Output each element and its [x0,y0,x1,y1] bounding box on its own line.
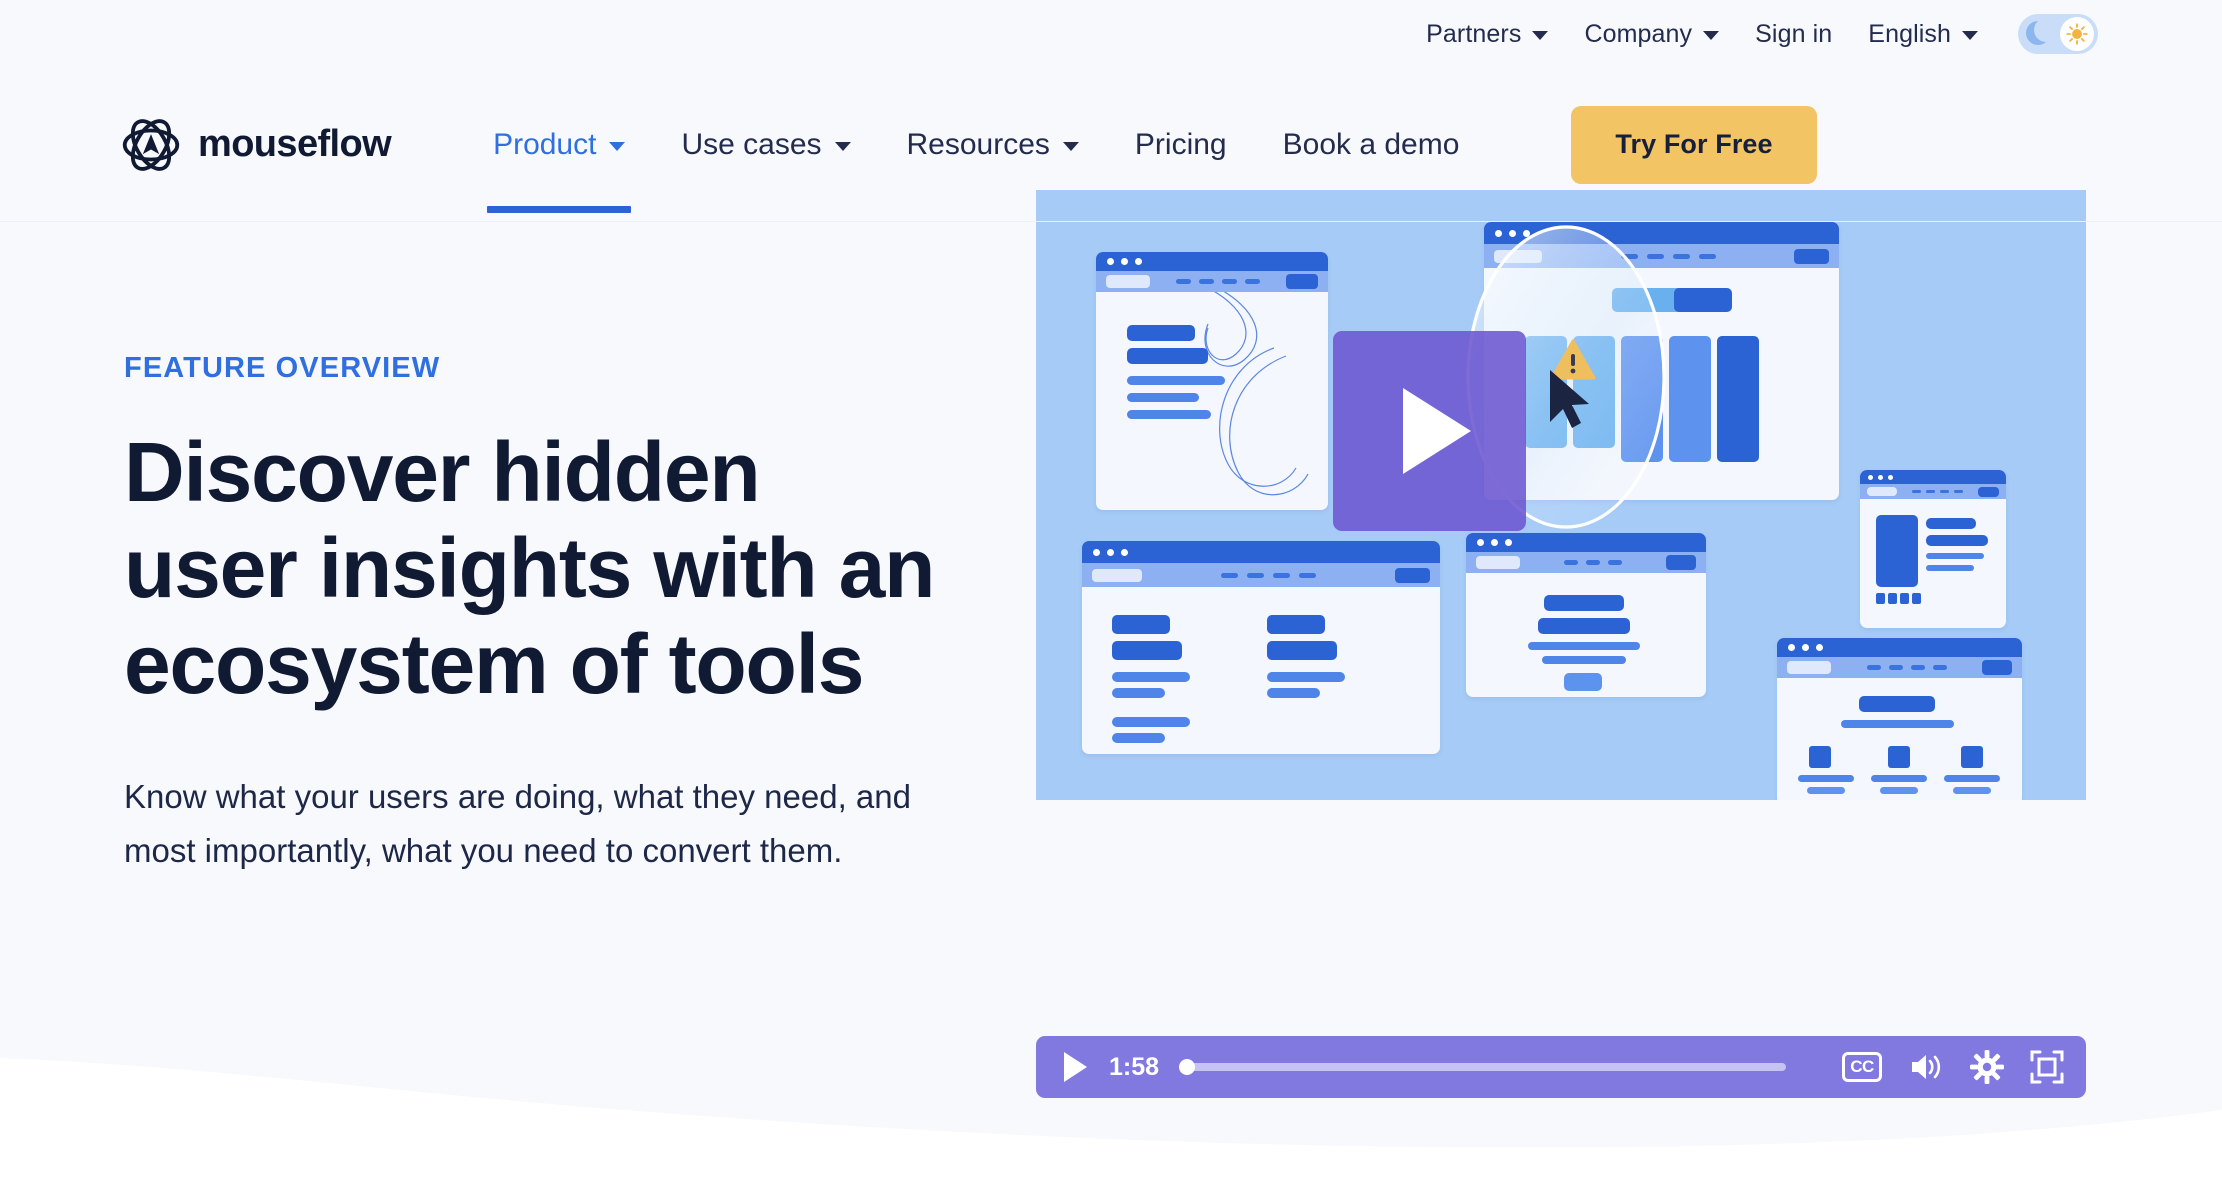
util-item-company[interactable]: Company [1566,20,1737,49]
util-item-partners[interactable]: Partners [1408,20,1566,49]
hero-eyebrow: FEATURE OVERVIEW [124,352,441,384]
chevron-down-icon [1703,31,1720,40]
hero-subcopy: Know what your users are doing, what the… [124,778,911,869]
video-progress-slider[interactable] [1179,1059,1786,1075]
theme-toggle[interactable] [2018,14,2098,54]
page-title: Discover hidden user insights with an ec… [124,425,935,711]
chevron-down-icon [1062,142,1079,151]
util-item-label: Sign in [1755,19,1833,48]
volume-icon [1912,1055,1941,1079]
sun-icon [2066,23,2088,45]
page-root: Partners Company Sign in English mousefl… [0,0,2222,1186]
chevron-down-icon [609,142,626,151]
volume-button[interactable] [1908,1051,1944,1083]
brand-name: mouseflow [198,123,392,165]
fullscreen-icon [2030,1050,2064,1084]
closed-captions-button[interactable]: CC [1842,1052,1882,1082]
utility-bar: Partners Company Sign in English [0,0,2222,68]
gear-icon [1970,1050,2004,1084]
theme-toggle-knob [2060,17,2094,51]
video-progress-handle[interactable] [1179,1059,1196,1075]
try-for-free-button[interactable]: Try For Free [1571,105,1817,184]
chevron-down-icon [834,142,851,151]
nav-link-label: Use cases [681,127,822,161]
video-time: 1:58 [1109,1052,1160,1081]
settings-button[interactable] [1970,1050,2004,1084]
hero-copy: FEATURE OVERVIEW Discover hidden user in… [124,222,1054,1186]
nav-link-label: Product [493,127,597,161]
nav-link-pricing[interactable]: Pricing [1107,68,1255,222]
video-play-button[interactable] [1333,331,1526,531]
util-item-label: Company [1584,19,1693,48]
util-item-label: English [1868,19,1951,48]
moon-icon [2026,21,2052,47]
play-icon [1402,388,1471,474]
nav-link-use-cases[interactable]: Use cases [653,68,878,222]
chevron-down-icon [1962,31,1978,40]
logo-link[interactable]: mouseflow [122,116,392,174]
main-navigation: mouseflow Product Use cases Resources Pr… [0,68,2222,222]
nav-link-book-a-demo[interactable]: Book a demo [1255,68,1488,222]
nav-link-label: Pricing [1134,127,1227,161]
util-item-label: Partners [1426,19,1522,48]
nav-link-label: Resources [906,127,1050,161]
video-controls: 1:58 CC [1036,1036,2086,1098]
play-icon[interactable] [1064,1052,1087,1082]
chevron-down-icon [1532,31,1549,40]
nav-links: Product Use cases Resources Pricing Book… [465,68,1817,222]
fullscreen-button[interactable] [2030,1050,2064,1084]
nav-link-label: Book a demo [1282,127,1460,161]
nav-link-resources[interactable]: Resources [879,68,1107,222]
util-item-language[interactable]: English [1850,20,1996,49]
util-item-sign-in[interactable]: Sign in [1737,20,1850,49]
mouse-cursor-icon [1550,370,1589,428]
mouseflow-atom-logo-icon [122,118,180,171]
nav-link-product[interactable]: Product [465,68,653,222]
closed-captions-icon: CC [1842,1052,1882,1082]
